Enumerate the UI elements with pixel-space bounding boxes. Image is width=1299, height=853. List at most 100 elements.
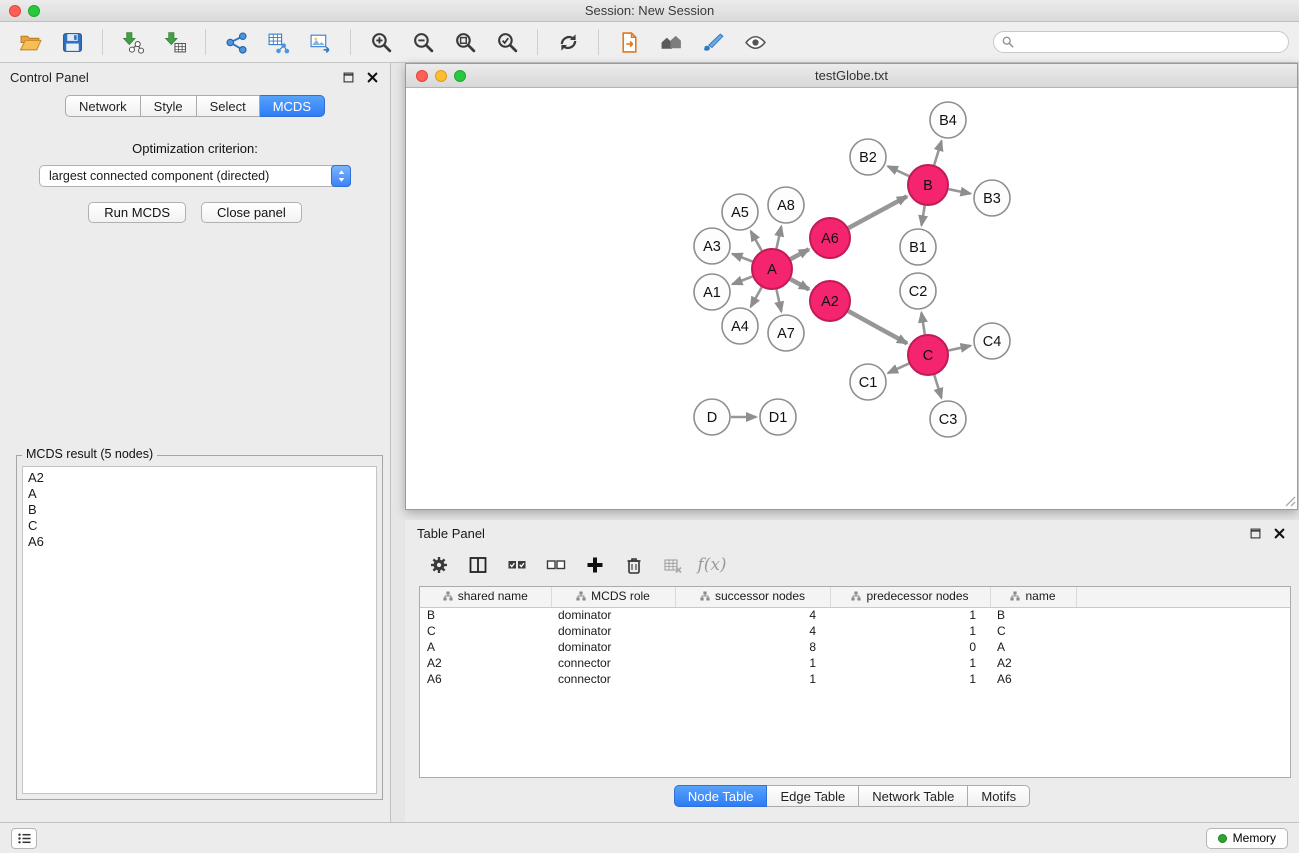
table-cell[interactable]: 1 xyxy=(675,655,830,671)
close-network-icon[interactable] xyxy=(416,70,428,82)
mcds-result-item[interactable]: A6 xyxy=(28,534,371,550)
table-row[interactable]: A2connector11A2 xyxy=(420,655,1290,671)
close-window-icon[interactable] xyxy=(9,5,21,17)
node-B2[interactable]: B2 xyxy=(850,139,886,175)
float-panel-button[interactable] xyxy=(340,69,356,85)
show-columns-button[interactable] xyxy=(460,550,496,580)
edge-A-A6[interactable] xyxy=(791,249,809,259)
edge-A-A1[interactable] xyxy=(733,277,753,285)
table-cell[interactable]: A2 xyxy=(420,655,551,671)
delete-columns-button[interactable] xyxy=(655,550,691,580)
table-cell[interactable]: A xyxy=(990,639,1076,655)
tab-edge-table[interactable]: Edge Table xyxy=(767,785,859,807)
column-header-successor-nodes[interactable]: successor nodes xyxy=(675,587,830,607)
node-A4[interactable]: A4 xyxy=(722,308,758,344)
tab-select[interactable]: Select xyxy=(197,95,260,117)
table-cell[interactable]: 1 xyxy=(830,655,990,671)
zoom-in-button[interactable] xyxy=(361,26,401,58)
new-network-button[interactable] xyxy=(216,26,256,58)
edge-A-A4[interactable] xyxy=(751,287,762,307)
node-C3[interactable]: C3 xyxy=(930,401,966,437)
node-A6[interactable]: A6 xyxy=(810,218,850,258)
close-table-panel-button[interactable] xyxy=(1271,525,1287,541)
run-mcds-button[interactable]: Run MCDS xyxy=(88,202,186,223)
table-cell[interactable]: dominator xyxy=(551,639,675,655)
float-table-panel-button[interactable] xyxy=(1247,525,1263,541)
edge-B-B4[interactable] xyxy=(934,141,941,165)
edge-A-A3[interactable] xyxy=(733,254,753,262)
optimization-criterion-dropdown[interactable]: largest connected component (directed) xyxy=(39,165,351,187)
minimize-network-icon[interactable] xyxy=(435,70,447,82)
select-all-rows-button[interactable] xyxy=(499,550,535,580)
create-column-button[interactable] xyxy=(577,550,613,580)
node-C4[interactable]: C4 xyxy=(974,323,1010,359)
mcds-result-item[interactable]: A xyxy=(28,486,371,502)
table-cell[interactable]: B xyxy=(420,607,551,623)
node-A3[interactable]: A3 xyxy=(694,228,730,264)
mcds-result-list[interactable]: A2ABCA6 xyxy=(22,466,377,794)
column-header-shared-name[interactable]: shared name xyxy=(420,587,551,607)
mcds-result-item[interactable]: A2 xyxy=(28,470,371,486)
close-panel-button[interactable] xyxy=(364,69,380,85)
node-A2[interactable]: A2 xyxy=(810,281,850,321)
table-cell[interactable]: 4 xyxy=(675,607,830,623)
edge-B-B1[interactable] xyxy=(922,206,925,226)
new-network-table-button[interactable] xyxy=(258,26,298,58)
edge-A-A7[interactable] xyxy=(777,290,782,312)
delete-rows-button[interactable] xyxy=(616,550,652,580)
column-header-name[interactable]: name xyxy=(990,587,1076,607)
tab-network-table[interactable]: Network Table xyxy=(859,785,968,807)
node-A5[interactable]: A5 xyxy=(722,194,758,230)
table-cell[interactable]: connector xyxy=(551,655,675,671)
edge-C-C4[interactable] xyxy=(949,346,971,351)
node-B3[interactable]: B3 xyxy=(974,180,1010,216)
node-C1[interactable]: C1 xyxy=(850,364,886,400)
resize-handle-icon[interactable] xyxy=(1284,495,1296,507)
open-session-button[interactable] xyxy=(10,26,50,58)
table-row[interactable]: A6connector11A6 xyxy=(420,671,1290,687)
table-cell[interactable]: 0 xyxy=(830,639,990,655)
table-cell[interactable]: A6 xyxy=(990,671,1076,687)
home-button[interactable] xyxy=(651,26,691,58)
column-header-mcds-role[interactable]: MCDS role xyxy=(551,587,675,607)
edge-A-A2[interactable] xyxy=(790,279,809,289)
node-C2[interactable]: C2 xyxy=(900,273,936,309)
style-wizard-button[interactable] xyxy=(693,26,733,58)
table-cell[interactable]: B xyxy=(990,607,1076,623)
table-row[interactable]: Cdominator41C xyxy=(420,623,1290,639)
table-cell[interactable]: 4 xyxy=(675,623,830,639)
table-cell[interactable]: dominator xyxy=(551,623,675,639)
edge-B-B2[interactable] xyxy=(888,166,909,176)
table-row[interactable]: Bdominator41B xyxy=(420,607,1290,623)
edge-C-C1[interactable] xyxy=(888,364,909,373)
tab-mcds[interactable]: MCDS xyxy=(260,95,325,117)
node-D[interactable]: D xyxy=(694,399,730,435)
node-A[interactable]: A xyxy=(752,249,792,289)
node-A8[interactable]: A8 xyxy=(768,187,804,223)
mcds-result-item[interactable]: B xyxy=(28,502,371,518)
zoom-selected-button[interactable] xyxy=(487,26,527,58)
table-cell[interactable]: A6 xyxy=(420,671,551,687)
edge-A2-C[interactable] xyxy=(848,311,907,343)
edge-A-A8[interactable] xyxy=(777,227,782,249)
node-B[interactable]: B xyxy=(908,165,948,205)
edge-A6-B[interactable] xyxy=(849,196,907,228)
node-B4[interactable]: B4 xyxy=(930,102,966,138)
table-cell[interactable]: 8 xyxy=(675,639,830,655)
table-mode-button[interactable] xyxy=(421,550,457,580)
node-D1[interactable]: D1 xyxy=(760,399,796,435)
edge-C-C3[interactable] xyxy=(934,375,941,398)
table-row[interactable]: Adominator80A xyxy=(420,639,1290,655)
refresh-layout-button[interactable] xyxy=(548,26,588,58)
memory-button[interactable]: Memory xyxy=(1206,828,1288,849)
function-builder-button[interactable]: f(x) xyxy=(694,550,730,580)
column-header-predecessor-nodes[interactable]: predecessor nodes xyxy=(830,587,990,607)
node-A1[interactable]: A1 xyxy=(694,274,730,310)
table-cell[interactable]: 1 xyxy=(830,607,990,623)
tab-network[interactable]: Network xyxy=(65,95,141,117)
node-C[interactable]: C xyxy=(908,335,948,375)
search-input[interactable] xyxy=(1019,35,1280,49)
network-window-titlebar[interactable]: testGlobe.txt xyxy=(406,64,1297,88)
table-cell[interactable]: C xyxy=(990,623,1076,639)
open-session-file-button[interactable] xyxy=(609,26,649,58)
